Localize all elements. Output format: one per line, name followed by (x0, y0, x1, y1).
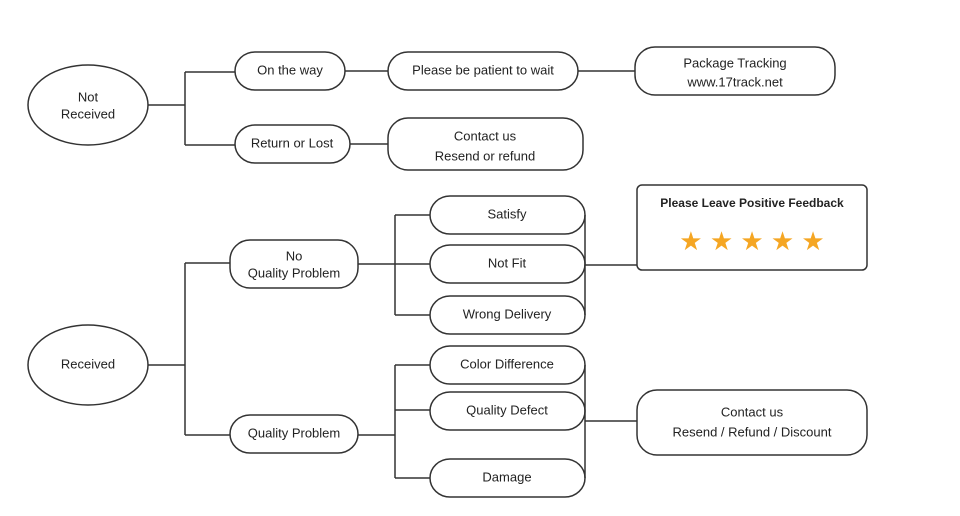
contact-resend-label2: Resend or refund (435, 148, 535, 163)
wrong-delivery-label: Wrong Delivery (463, 306, 552, 321)
package-tracking-label1: Package Tracking (683, 55, 786, 70)
please-patient-label: Please be patient to wait (412, 62, 554, 77)
no-quality-problem-label2: Quality Problem (248, 265, 340, 280)
not-received-node (28, 65, 148, 145)
contact-refund-label1: Contact us (721, 404, 784, 419)
damage-label: Damage (482, 469, 531, 484)
no-quality-problem-node (230, 240, 358, 288)
package-tracking-label2: www.17track.net (686, 74, 783, 89)
received-label: Received (61, 356, 115, 371)
color-difference-label: Color Difference (460, 356, 554, 371)
not-received-label2: Received (61, 106, 115, 121)
please-leave-feedback-label1: Please Leave Positive Feedback (660, 196, 844, 210)
quality-problem-label: Quality Problem (248, 425, 340, 440)
on-the-way-label: On the way (257, 62, 323, 77)
not-received-label: Not (78, 89, 99, 104)
contact-refund-node (637, 390, 867, 455)
satisfy-label: Satisfy (487, 206, 527, 221)
not-fit-label: Not Fit (488, 255, 527, 270)
stars: ★ ★ ★ ★ ★ (679, 226, 824, 256)
contact-refund-label2: Resend / Refund / Discount (673, 424, 832, 439)
contact-resend-label1: Contact us (454, 128, 517, 143)
return-lost-label: Return or Lost (251, 135, 334, 150)
flowchart-diagram: Not Received On the way Please be patien… (0, 0, 960, 513)
quality-defect-label: Quality Defect (466, 402, 548, 417)
no-quality-problem-label1: No (286, 248, 303, 263)
